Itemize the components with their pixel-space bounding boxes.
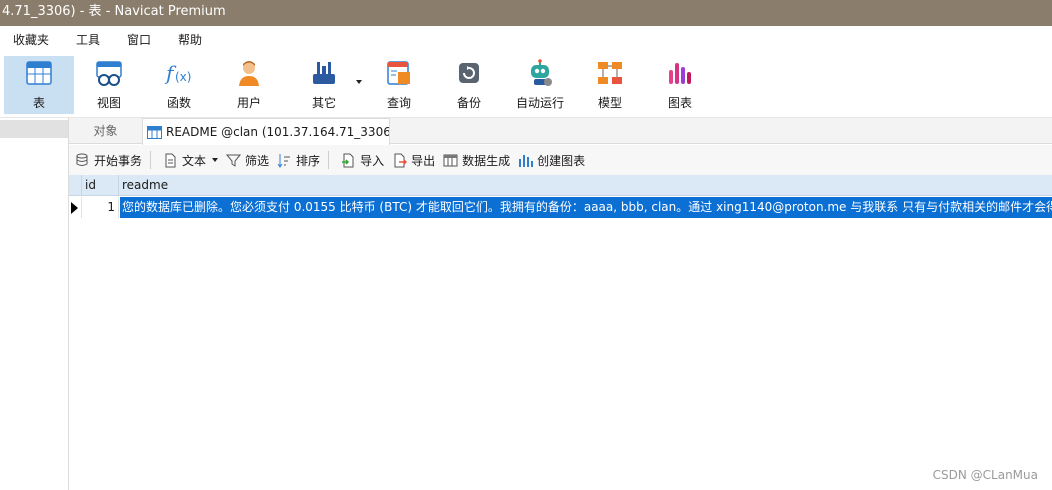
document-icon — [163, 153, 178, 168]
filter-icon — [225, 153, 242, 168]
menu-tools[interactable]: 工具 — [76, 31, 100, 48]
data-grid[interactable]: id readme 1 您的数据库已删除。您必须支付 0.0155 比特币 (B… — [69, 175, 1052, 490]
query-icon — [384, 58, 414, 88]
navigation-selected-item[interactable] — [0, 120, 68, 138]
toolbar-separator — [150, 151, 152, 169]
column-header-readme[interactable]: readme — [119, 175, 168, 196]
data-generation-icon — [443, 153, 458, 168]
function-icon: f (x) — [164, 58, 194, 88]
tab-objects[interactable]: 对象 — [69, 118, 142, 144]
toolbar-view-button[interactable]: 视图 — [80, 56, 138, 114]
table-row[interactable]: 1 您的数据库已删除。您必须支付 0.0155 比特币 (BTC) 才能取回它们… — [69, 197, 1052, 218]
table-action-bar: 开始事务 文本 筛选 排序 导入 导出 数据生成 创建图表 — [69, 145, 1052, 175]
toolbar-user-button[interactable]: 用户 — [220, 56, 278, 114]
toolbar-query-button[interactable]: 查询 — [370, 56, 428, 114]
begin-transaction-button[interactable]: 开始事务 — [75, 152, 142, 169]
menu-window[interactable]: 窗口 — [127, 31, 151, 48]
current-row-indicator-icon — [71, 202, 78, 214]
view-icon — [94, 58, 124, 88]
tools-icon — [309, 58, 339, 88]
filter-button[interactable]: 筛选 — [225, 152, 269, 169]
export-button[interactable]: 导出 — [392, 152, 435, 169]
toolbar-chart-button[interactable]: 图表 — [651, 56, 709, 114]
svg-text:(x): (x) — [175, 70, 191, 84]
chevron-down-icon[interactable] — [212, 158, 219, 162]
generate-data-button[interactable]: 数据生成 — [443, 152, 510, 169]
tab-bar: 对象 README @clan (101.37.164.71_3306... — [69, 118, 1052, 145]
other-dropdown-chevron-icon[interactable] — [356, 80, 362, 84]
toolbar-backup-button[interactable]: 备份 — [440, 56, 498, 114]
toolbar-other-button[interactable]: 其它 — [295, 56, 353, 114]
column-header-id[interactable]: id — [81, 175, 119, 196]
user-icon — [234, 58, 264, 88]
export-icon — [392, 153, 408, 168]
toolbar-table-button[interactable]: 表 — [4, 56, 74, 114]
toolbar-automation-button[interactable]: 自动运行 — [510, 56, 570, 114]
table-icon — [147, 125, 162, 139]
database-icon — [75, 153, 90, 168]
tab-readme-label: README @clan (101.37.164.71_3306... — [166, 125, 390, 139]
create-chart-button[interactable]: 创建图表 — [518, 152, 585, 169]
chart-icon — [518, 153, 534, 168]
menu-help[interactable]: 帮助 — [178, 31, 202, 48]
chart-icon — [665, 58, 695, 88]
robot-icon — [525, 58, 555, 88]
backup-icon — [454, 58, 484, 88]
sort-button[interactable]: 排序 — [277, 152, 320, 169]
navigation-pane[interactable] — [0, 118, 69, 490]
menu-bar: 收藏夹 工具 窗口 帮助 — [0, 26, 1052, 52]
text-view-button[interactable]: 文本 — [163, 152, 219, 169]
tab-readme-table[interactable]: README @clan (101.37.164.71_3306... — [142, 118, 390, 145]
grid-header: id readme — [69, 175, 1052, 196]
cell-id[interactable]: 1 — [81, 197, 119, 218]
model-icon — [595, 58, 625, 88]
menu-favorites[interactable]: 收藏夹 — [13, 31, 49, 48]
sort-icon — [277, 153, 292, 168]
toolbar-model-button[interactable]: 模型 — [581, 56, 639, 114]
import-icon — [341, 153, 356, 168]
watermark: CSDN @CLanMua — [932, 468, 1038, 482]
cell-readme[interactable]: 您的数据库已删除。您必须支付 0.0155 比特币 (BTC) 才能取回它们。我… — [120, 197, 1052, 218]
toolbar-separator — [328, 151, 330, 169]
toolbar-function-button[interactable]: f (x) 函数 — [150, 56, 208, 114]
import-button[interactable]: 导入 — [341, 152, 384, 169]
main-toolbar: 表 视图 f (x) 函数 用户 其它 查询 备份 自动运行 模型 图表 — [0, 52, 1052, 118]
window-title: 4.71_3306) - 表 - Navicat Premium — [0, 0, 1052, 26]
table-icon — [24, 58, 54, 88]
